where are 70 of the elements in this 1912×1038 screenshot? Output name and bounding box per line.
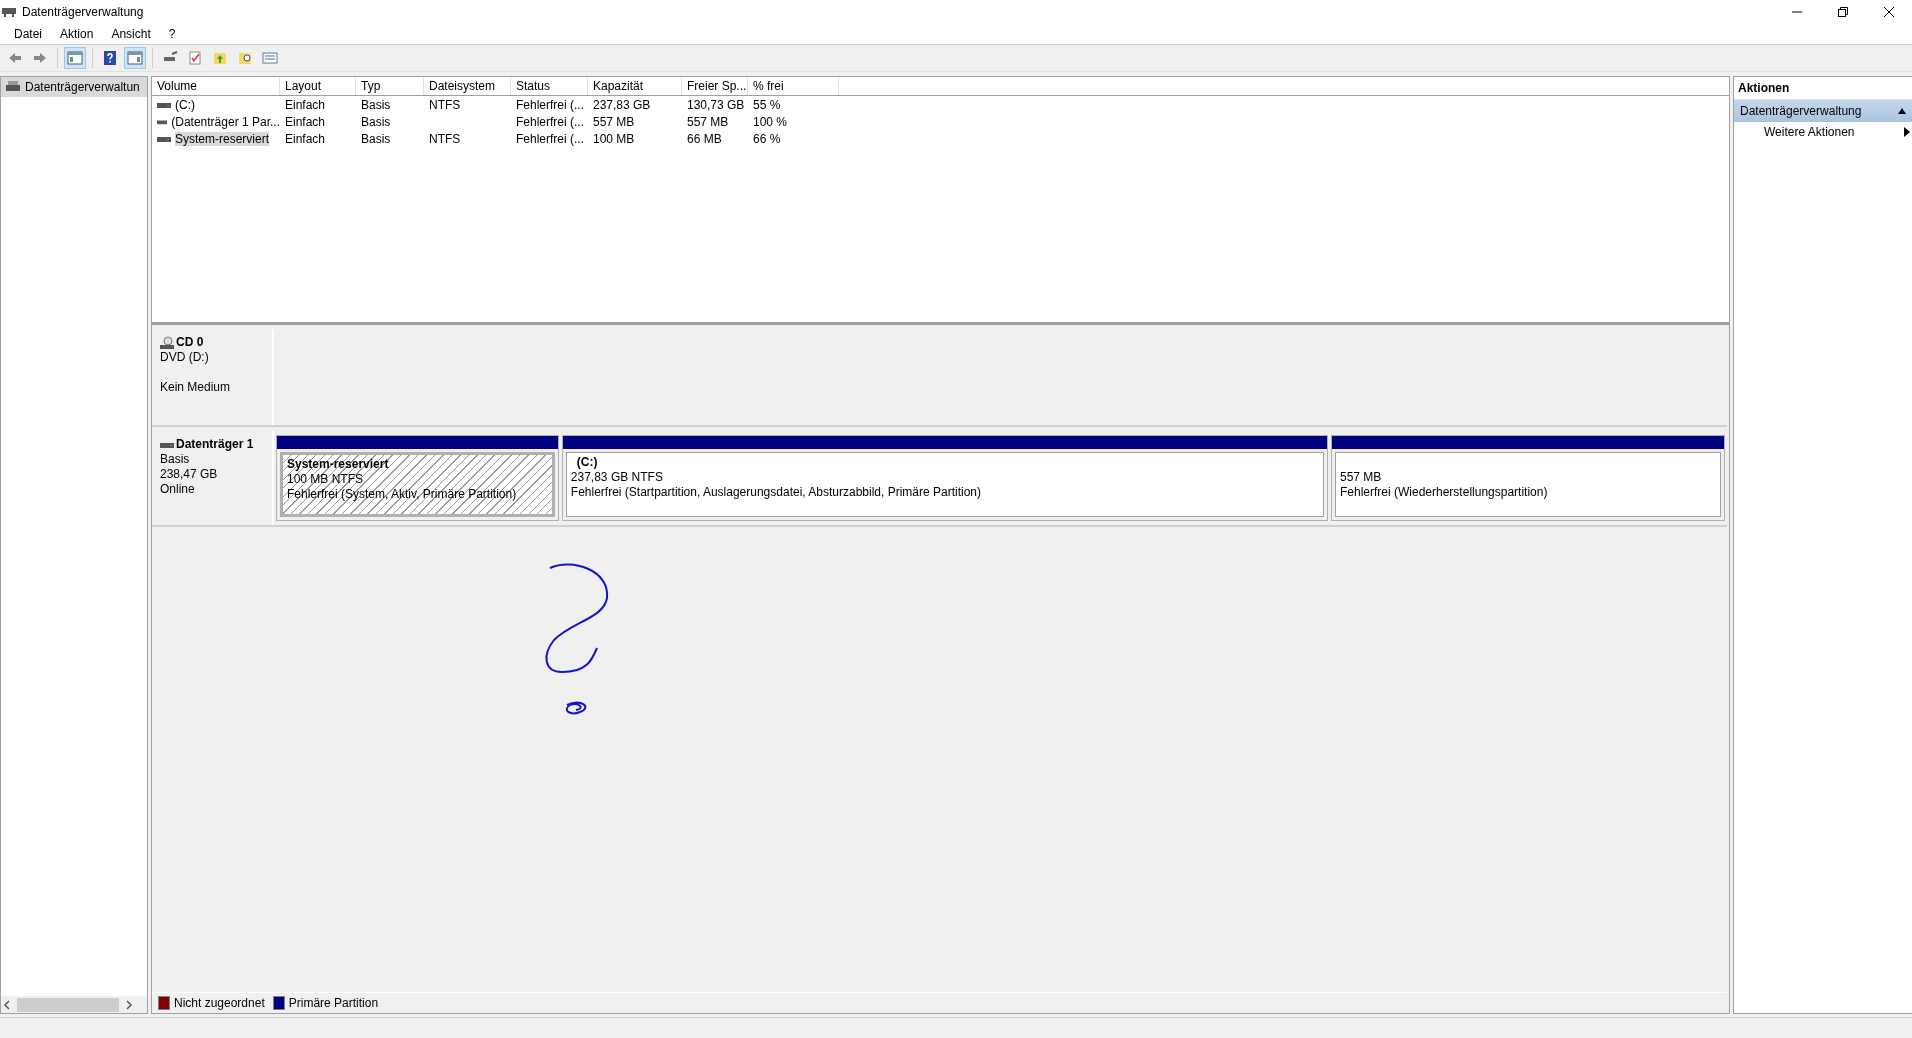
table-cell: Einfach	[285, 97, 326, 112]
horizontal-scrollbar[interactable]	[1, 996, 147, 1013]
partition-title: System-reserviert	[287, 457, 389, 471]
partition-size: 100 MB NTFS	[287, 472, 365, 487]
table-cell: 557 MB	[687, 114, 729, 129]
column-header[interactable]: Freier Sp...	[682, 77, 748, 95]
column-header[interactable]: Status	[511, 77, 588, 95]
table-cell: Einfach	[285, 114, 326, 129]
drive-icon	[157, 134, 171, 143]
column-header[interactable]: Layout	[280, 77, 356, 95]
partition-status: Fehlerfrei (System, Aktiv, Primäre Partition)	[287, 487, 518, 502]
partition-size: 557 MB	[1340, 470, 1383, 485]
legend-label: Primäre Partition	[288, 996, 379, 1010]
table-cell: Basis	[361, 97, 391, 112]
restore-icon	[1838, 7, 1848, 17]
table-cell: 130,73 GB	[687, 97, 745, 112]
legend-label: Nicht zugeordnet	[174, 996, 265, 1010]
caret-icon	[1904, 127, 1910, 137]
table-cell: (C:)	[175, 97, 195, 112]
table-cell: 55 %	[753, 97, 781, 112]
menu-item[interactable]: Aktion	[52, 27, 102, 41]
menu-item[interactable]: ?	[160, 27, 184, 41]
partition-size: 237,83 GB NTFS	[570, 470, 664, 485]
table-cell: (Datenträger 1 Par...	[171, 114, 280, 129]
caret-icon	[1898, 108, 1906, 114]
menu-item[interactable]: Datei	[6, 27, 50, 41]
partition-status: Fehlerfrei (Startpartition, Auslagerungsdatei, Absturzabbild, Primäre Partition)	[570, 485, 983, 500]
actions-section[interactable]: Datenträgerverwaltung	[1734, 100, 1912, 122]
close-icon	[1884, 7, 1894, 17]
panel-icon[interactable]	[64, 47, 86, 69]
drive-icon	[157, 100, 171, 109]
table-cell: 100 MB	[593, 131, 635, 146]
disk-info: Basis	[160, 452, 191, 467]
table-cell: NTFS	[429, 97, 461, 112]
action-item[interactable]: Weitere Aktionen	[1734, 122, 1912, 142]
window-title: Datenträgerverwaltung	[22, 5, 145, 19]
table-cell: System-reserviert	[175, 131, 269, 146]
table-cell: 100 %	[753, 114, 788, 129]
disk-name: Datenträger 1	[176, 437, 254, 452]
cd-drive-icon	[160, 335, 174, 350]
panel-icon[interactable]	[124, 47, 146, 69]
table-cell: NTFS	[429, 131, 461, 146]
table-cell: Basis	[361, 114, 391, 129]
partition-status: Fehlerfrei (Wiederherstellungspartition)	[1340, 485, 1549, 500]
tree-item[interactable]: Datenträgerverwaltun	[1, 77, 147, 97]
drive-icon	[160, 440, 174, 449]
disk-info: Online	[160, 482, 196, 497]
table-cell: 557 MB	[593, 114, 635, 129]
partition-title: (C:)	[576, 455, 598, 469]
disk-info: DVD (D:)	[160, 350, 210, 365]
disk-info: 238,47 GB	[160, 467, 219, 482]
table-cell: Fehlerfrei (...	[516, 114, 584, 129]
column-header[interactable]: % frei	[748, 77, 839, 95]
disk-name: CD 0	[176, 335, 204, 350]
column-header[interactable]: Dateisystem	[424, 77, 511, 95]
table-cell: 237,83 GB	[593, 97, 651, 112]
partition[interactable]: (C:) 237,83 GB NTFS Fehlerfrei (Startpartition, Auslagerungsdatei, Absturzabbild, Primäre Partition)	[561, 435, 1328, 521]
table-cell: Einfach	[285, 131, 326, 146]
column-header[interactable]: Volume	[152, 77, 280, 95]
table-cell: Fehlerfrei (...	[516, 131, 584, 146]
table-cell: 66 %	[753, 131, 781, 146]
table-cell: 66 MB	[687, 131, 722, 146]
partition[interactable]: System-reserviert 100 MB NTFS Fehlerfrei (System, Aktiv, Primäre Partition)	[276, 435, 559, 521]
table-cell: Basis	[361, 131, 391, 146]
table-cell: Fehlerfrei (...	[516, 97, 584, 112]
column-header[interactable]: Kapazität	[588, 77, 682, 95]
partition[interactable]: 557 MB Fehlerfrei (Wiederherstellungspartition)	[1331, 435, 1725, 521]
disk-info: Kein Medium	[160, 380, 232, 395]
menu-item[interactable]: Ansicht	[103, 27, 159, 41]
column-header[interactable]: Typ	[356, 77, 424, 95]
